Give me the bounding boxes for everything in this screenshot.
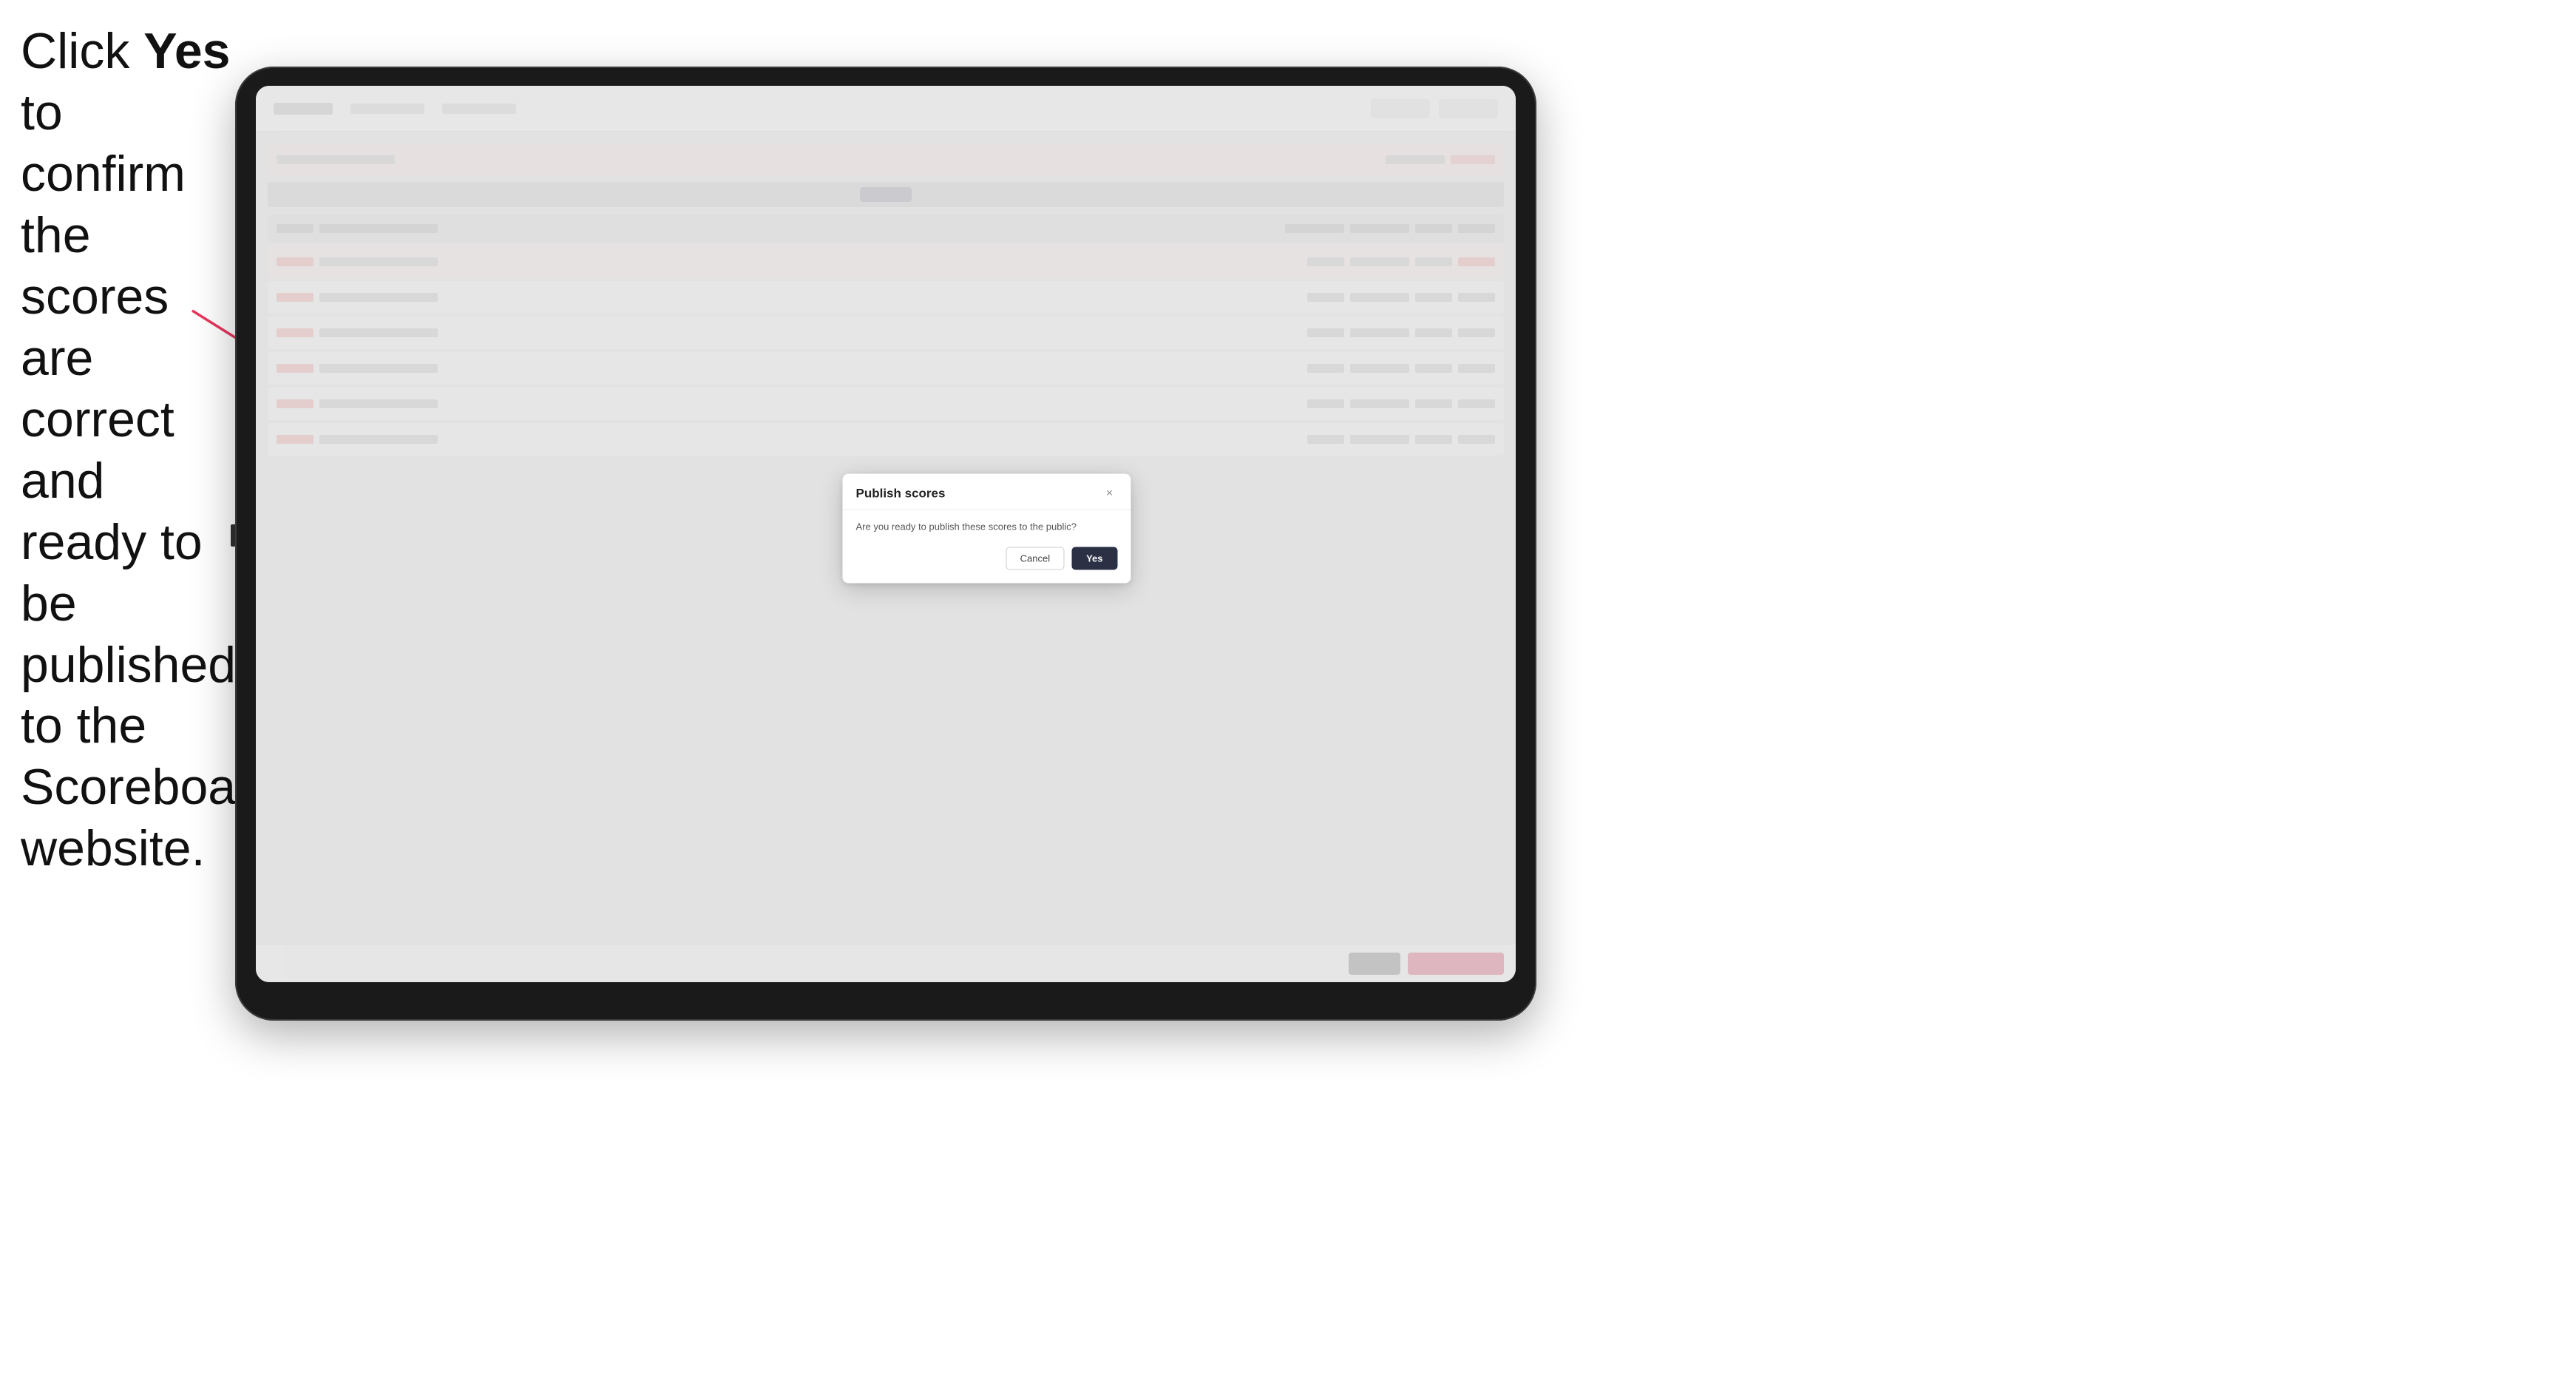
publish-scores-dialog: Publish scores × Are you ready to publis… [843, 473, 1131, 583]
cancel-button[interactable]: Cancel [1006, 547, 1064, 570]
instruction-text: Click Yes to confirm the scores are corr… [21, 21, 235, 879]
tablet-device: Publish scores × Are you ready to publis… [235, 67, 1536, 1021]
dialog-body: Are you ready to publish these scores to… [843, 510, 1131, 583]
dialog-actions: Cancel Yes [856, 547, 1118, 570]
tablet-side-button [231, 524, 235, 547]
dialog-header: Publish scores × [843, 473, 1131, 510]
yes-button[interactable]: Yes [1071, 547, 1117, 570]
dialog-close-button[interactable]: × [1102, 485, 1118, 501]
tablet-screen: Publish scores × Are you ready to publis… [256, 86, 1516, 982]
dialog-title: Publish scores [856, 486, 946, 501]
modal-overlay: Publish scores × Are you ready to publis… [256, 86, 1516, 982]
dialog-message: Are you ready to publish these scores to… [856, 520, 1118, 533]
